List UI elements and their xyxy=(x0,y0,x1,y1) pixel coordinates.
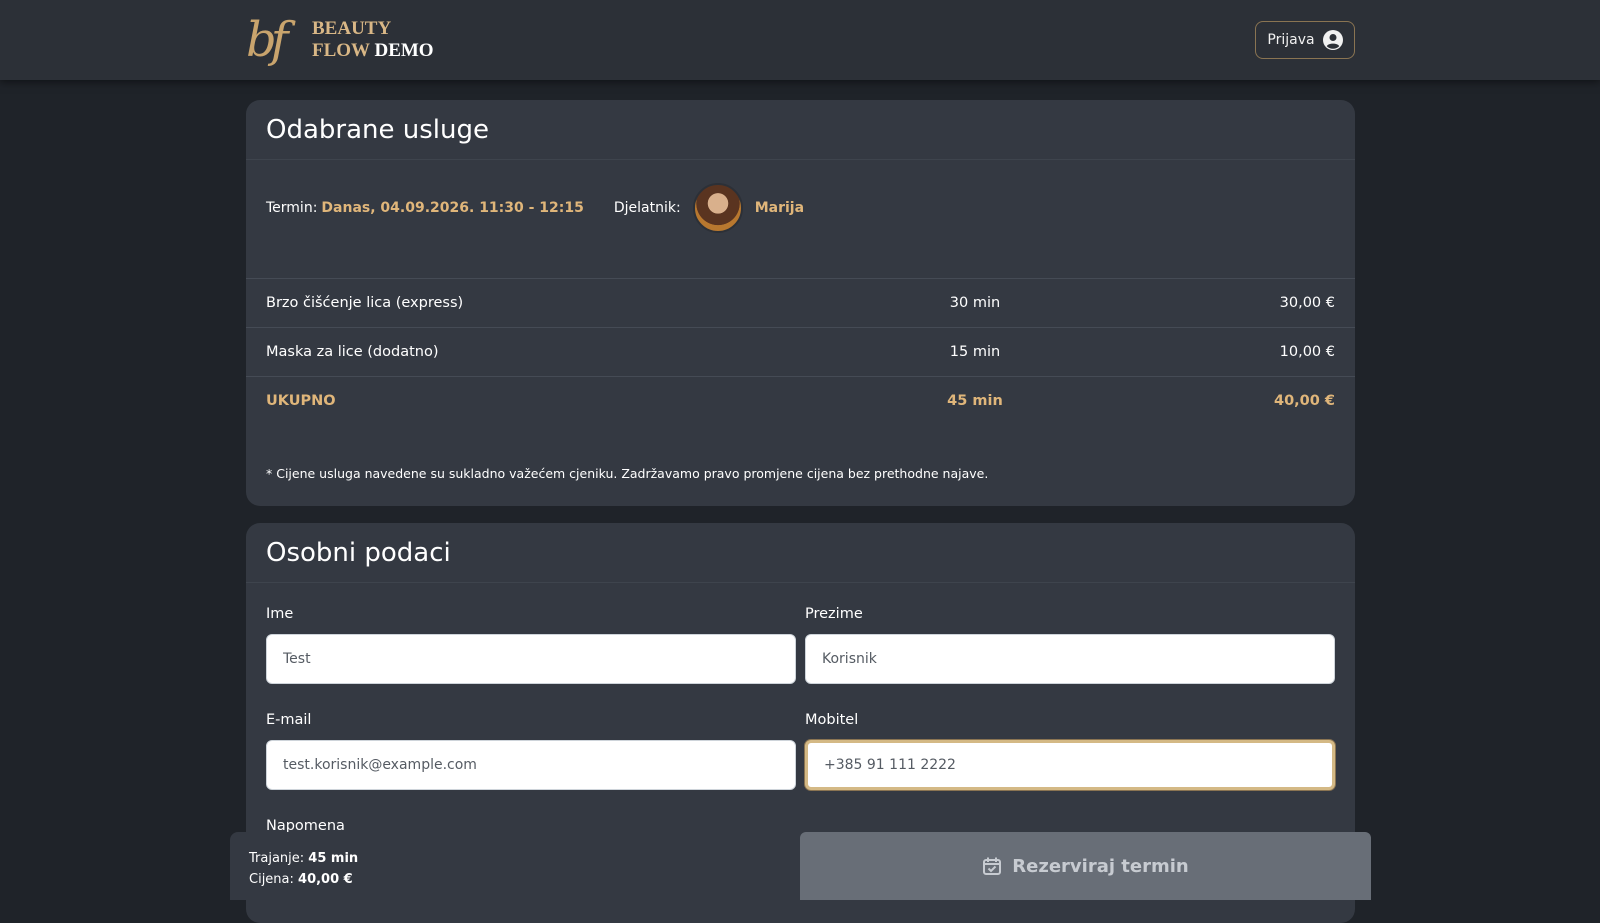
price-disclaimer: * Cijene usluga navedene su sukladno važ… xyxy=(266,466,989,481)
total-price: 40,00 € xyxy=(1273,393,1335,409)
table-row: Brzo čišćenje lica (express) 30 min 30,0… xyxy=(246,278,1355,327)
summary-price-label: Cijena: xyxy=(249,872,294,887)
email-label: E-mail xyxy=(266,712,312,728)
service-price: 30,00 € xyxy=(1279,295,1335,311)
summary-duration: Trajanje: 45 min xyxy=(249,848,358,869)
summary-duration-value: 45 min xyxy=(308,851,359,866)
login-button-label: Prijava xyxy=(1267,32,1315,48)
service-name: Maska za lice (dodatno) xyxy=(266,344,439,360)
reserve-button[interactable]: Rezerviraj termin xyxy=(800,832,1371,900)
term-value: Danas, 04.09.2026. 11:30 - 12:15 xyxy=(321,200,584,216)
last-name-label: Prezime xyxy=(805,606,863,622)
booking-summary: Trajanje: 45 min Cijena: 40,00 € xyxy=(249,848,358,890)
worker-name: Marija xyxy=(754,200,805,216)
table-row: Maska za lice (dodatno) 15 min 10,00 € xyxy=(246,327,1355,376)
appointment-meta: Termin: Danas, 04.09.2026. 11:30 - 12:15… xyxy=(266,180,804,236)
service-price: 10,00 € xyxy=(1279,344,1335,360)
service-name: Brzo čišćenje lica (express) xyxy=(266,295,464,311)
logo-demo: DEMO xyxy=(374,40,434,61)
selected-services-title: Odabrane usluge xyxy=(266,114,489,145)
summary-price: Cijena: 40,00 € xyxy=(249,869,358,890)
logo-line-1: BEAUTY xyxy=(312,18,392,39)
top-navbar: bf BEAUTY FLOW DEMO Prijava xyxy=(0,0,1600,80)
total-label: UKUPNO xyxy=(266,393,336,409)
booking-summary-bar: Trajanje: 45 min Cijena: 40,00 € Rezervi… xyxy=(230,832,1371,900)
logo-mark: bf xyxy=(246,12,289,68)
logo-line-2: FLOW DEMO xyxy=(312,40,434,62)
last-name-input[interactable] xyxy=(805,634,1335,684)
reserve-button-label: Rezerviraj termin xyxy=(1012,855,1189,877)
first-name-label: Ime xyxy=(266,606,294,622)
term-label: Termin: xyxy=(266,200,318,216)
user-circle-icon xyxy=(1322,30,1343,50)
login-button[interactable]: Prijava xyxy=(1255,21,1355,59)
services-table: Brzo čišćenje lica (express) 30 min 30,0… xyxy=(246,278,1355,425)
selected-services-header: Odabrane usluge xyxy=(246,100,1355,160)
service-duration: 15 min xyxy=(949,344,1001,360)
total-duration: 45 min xyxy=(947,393,1003,409)
personal-data-title: Osobni podaci xyxy=(266,537,451,568)
worker-avatar xyxy=(692,183,743,233)
service-duration: 30 min xyxy=(949,295,1001,311)
summary-price-value: 40,00 € xyxy=(298,872,353,887)
brand-logo[interactable]: bf BEAUTY FLOW DEMO xyxy=(246,14,434,66)
email-input[interactable] xyxy=(266,740,796,790)
summary-duration-label: Trajanje: xyxy=(249,851,305,866)
personal-data-header: Osobni podaci xyxy=(246,523,1355,583)
logo-flow: FLOW xyxy=(312,40,370,61)
calendar-check-icon xyxy=(983,857,1002,875)
total-row: UKUPNO 45 min 40,00 € xyxy=(246,376,1355,425)
worker-label: Djelatnik: xyxy=(613,200,681,216)
phone-input[interactable] xyxy=(805,740,1335,790)
selected-services-card: Odabrane usluge Termin: Danas, 04.09.202… xyxy=(246,100,1355,506)
logo-text: BEAUTY FLOW DEMO xyxy=(312,18,434,62)
phone-label: Mobitel xyxy=(805,712,859,728)
first-name-input[interactable] xyxy=(266,634,796,684)
